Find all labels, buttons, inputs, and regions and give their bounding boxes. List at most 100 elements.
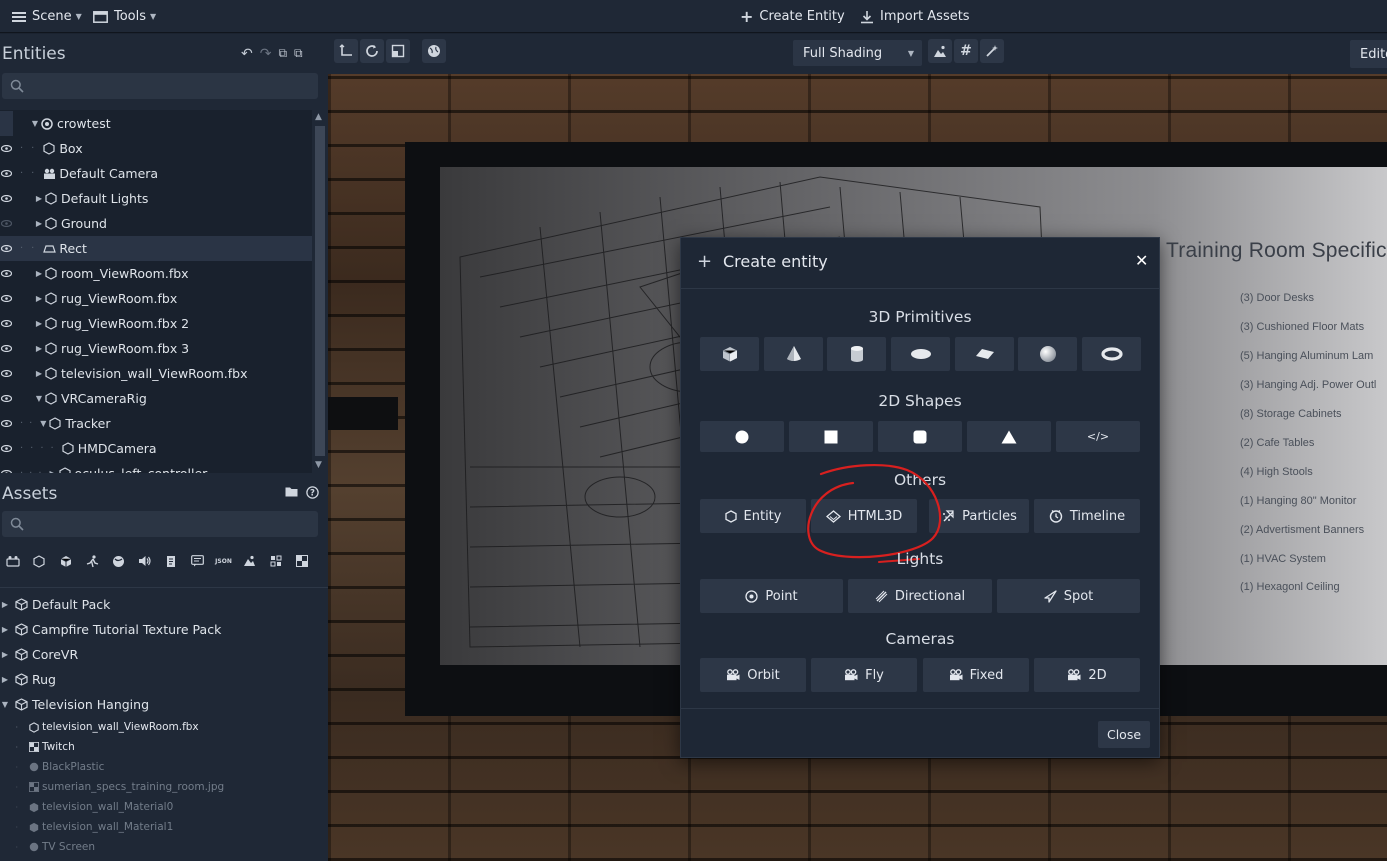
tree-row-television-wall[interactable]: ▶ television_wall_ViewRoom.fbx — [0, 361, 312, 386]
entities-search-input[interactable] — [2, 73, 318, 99]
undo-icon[interactable]: ↶ — [241, 46, 253, 62]
tree-row-rug-viewroom-3[interactable]: ▶ rug_ViewRoom.fbx 3 — [0, 336, 312, 361]
tree-row-rug-viewroom[interactable]: ▶ rug_ViewRoom.fbx — [0, 286, 312, 311]
import-assets-button[interactable]: Import Assets — [860, 0, 970, 33]
environment-toggle[interactable] — [928, 39, 952, 63]
folder-icon[interactable] — [285, 486, 298, 497]
material-filter-icon[interactable] — [105, 546, 131, 576]
expand-arrow-icon[interactable]: ▼ — [0, 700, 10, 709]
asset-pack-default[interactable]: ▶ Default Pack — [0, 592, 110, 617]
redo-icon[interactable]: ↷ — [260, 46, 272, 62]
scroll-up-icon[interactable]: ▲ — [315, 112, 322, 122]
grid-toggle[interactable]: # — [954, 39, 978, 63]
asset-item[interactable]: · television_wall_Material0 — [0, 797, 173, 817]
scrollbar-thumb[interactable] — [315, 126, 325, 456]
text-filter-icon[interactable] — [184, 546, 210, 576]
eye-icon[interactable] — [0, 411, 13, 436]
create-fixed-camera-option[interactable]: Fixed — [923, 658, 1029, 692]
create-point-light-option[interactable]: Point — [700, 579, 843, 613]
expand-arrow-icon[interactable]: ▶ — [34, 194, 44, 203]
expand-arrow-icon[interactable]: ▶ — [34, 319, 44, 328]
asset-item[interactable]: · television_wall_Material1 — [0, 817, 173, 837]
shape-html-button[interactable]: </> — [1056, 421, 1140, 452]
eye-icon[interactable] — [0, 286, 13, 311]
asset-item[interactable]: · TV Screen — [0, 837, 95, 857]
asset-pack-campfire[interactable]: ▶ Campfire Tutorial Texture Pack — [0, 617, 221, 642]
primitive-sphere-button[interactable] — [1018, 337, 1077, 371]
primitive-cylinder-button[interactable] — [827, 337, 886, 371]
asset-pack-television-hanging[interactable]: ▼ Television Hanging — [0, 692, 149, 717]
shape-rounded-rect-button[interactable] — [878, 421, 962, 452]
create-fly-camera-option[interactable]: Fly — [811, 658, 917, 692]
scale-tool-button[interactable] — [386, 39, 410, 63]
primitive-torus-button[interactable] — [1082, 337, 1141, 371]
tree-row-oculus-left-controller[interactable]: ··· ▶ oculus_left_controller — [0, 461, 312, 473]
copy-icon[interactable]: ⧉ — [294, 46, 303, 62]
visibility-toggle[interactable] — [0, 111, 13, 136]
eye-icon[interactable] — [0, 236, 13, 261]
tree-row-default-lights[interactable]: ▶ Default Lights — [0, 186, 312, 211]
tools-menu[interactable]: Tools ▼ — [93, 0, 156, 33]
asset-pack-rug[interactable]: ▶ Rug — [0, 667, 56, 692]
create-timeline-option[interactable]: Timeline — [1034, 499, 1140, 533]
create-directional-light-option[interactable]: Directional — [848, 579, 992, 613]
eye-icon[interactable] — [0, 136, 13, 161]
environment-filter-icon[interactable] — [237, 546, 263, 576]
asset-item[interactable]: · sumerian_specs_training_room.jpg — [0, 777, 224, 797]
eye-icon[interactable] — [0, 336, 13, 361]
create-entity-option[interactable]: Entity — [700, 499, 806, 533]
expand-arrow-icon[interactable]: ▶ — [34, 294, 44, 303]
create-html3d-option[interactable]: HTML3D — [811, 499, 917, 533]
scene-menu[interactable]: Scene ▼ — [12, 0, 82, 33]
expand-arrow-icon[interactable]: ▶ — [0, 675, 10, 684]
eye-icon[interactable] — [0, 261, 13, 286]
sound-filter-icon[interactable] — [131, 546, 157, 576]
create-spot-light-option[interactable]: Spot — [997, 579, 1140, 613]
transform-tool-button[interactable] — [334, 39, 358, 63]
eye-icon[interactable] — [0, 161, 13, 186]
create-orbit-camera-option[interactable]: Orbit — [700, 658, 806, 692]
skybox-filter-icon[interactable] — [263, 546, 289, 576]
help-icon[interactable]: ? — [306, 486, 319, 499]
entity-filter-icon[interactable] — [26, 546, 52, 576]
expand-arrow-icon[interactable]: ▼ — [38, 419, 48, 428]
duplicate-icon[interactable]: ⧉ — [278, 46, 287, 62]
tree-row-rug-viewroom-2[interactable]: ▶ rug_ViewRoom.fbx 2 — [0, 311, 312, 336]
expand-arrow-icon[interactable]: ▶ — [48, 469, 58, 473]
eye-icon[interactable] — [0, 361, 13, 386]
close-icon[interactable]: ✕ — [1135, 251, 1148, 270]
close-button[interactable]: Close — [1098, 721, 1150, 748]
tree-row-crowtest[interactable]: ▼ crowtest — [0, 111, 312, 136]
script-filter-icon[interactable] — [158, 546, 184, 576]
eye-icon[interactable] — [0, 386, 13, 411]
primitive-disc-button[interactable] — [891, 337, 950, 371]
tree-row-hmdcamera[interactable]: ···· HMDCamera — [0, 436, 312, 461]
expand-arrow-icon[interactable]: ▶ — [0, 625, 10, 634]
primitive-quad-button[interactable] — [955, 337, 1014, 371]
tree-row-default-camera[interactable]: ·· Default Camera — [0, 161, 312, 186]
asset-item[interactable]: · television_wall_ViewRoom.fbx — [0, 717, 198, 737]
animation-filter-icon[interactable] — [79, 546, 105, 576]
asset-pack-corevr[interactable]: ▶ CoreVR — [0, 642, 78, 667]
json-filter-icon[interactable]: JSON — [210, 546, 236, 576]
all-assets-filter-icon[interactable] — [0, 546, 26, 576]
tree-row-room-viewroom[interactable]: ▶ room_ViewRoom.fbx — [0, 261, 312, 286]
create-particles-option[interactable]: Particles — [929, 499, 1029, 533]
eye-icon[interactable] — [0, 186, 13, 211]
assets-search-input[interactable] — [2, 511, 318, 537]
entity-tree-scrollbar[interactable]: ▲ ▼ — [313, 110, 327, 473]
create-entity-button[interactable]: + Create Entity — [740, 0, 845, 33]
global-local-toggle[interactable] — [422, 39, 446, 63]
eye-icon[interactable] — [0, 461, 13, 473]
scroll-down-icon[interactable]: ▼ — [315, 460, 322, 470]
tree-row-ground[interactable]: ▶ Ground — [0, 211, 312, 236]
tree-row-box[interactable]: ·· Box — [0, 136, 312, 161]
mesh-filter-icon[interactable] — [53, 546, 79, 576]
effects-toggle[interactable] — [980, 39, 1004, 63]
expand-arrow-icon[interactable]: ▶ — [34, 219, 44, 228]
shape-circle-button[interactable] — [700, 421, 784, 452]
expand-arrow-icon[interactable]: ▶ — [34, 344, 44, 353]
rotate-tool-button[interactable] — [360, 39, 384, 63]
tree-row-rect[interactable]: ·· Rect — [0, 236, 312, 261]
expand-arrow-icon[interactable]: ▼ — [34, 394, 44, 403]
